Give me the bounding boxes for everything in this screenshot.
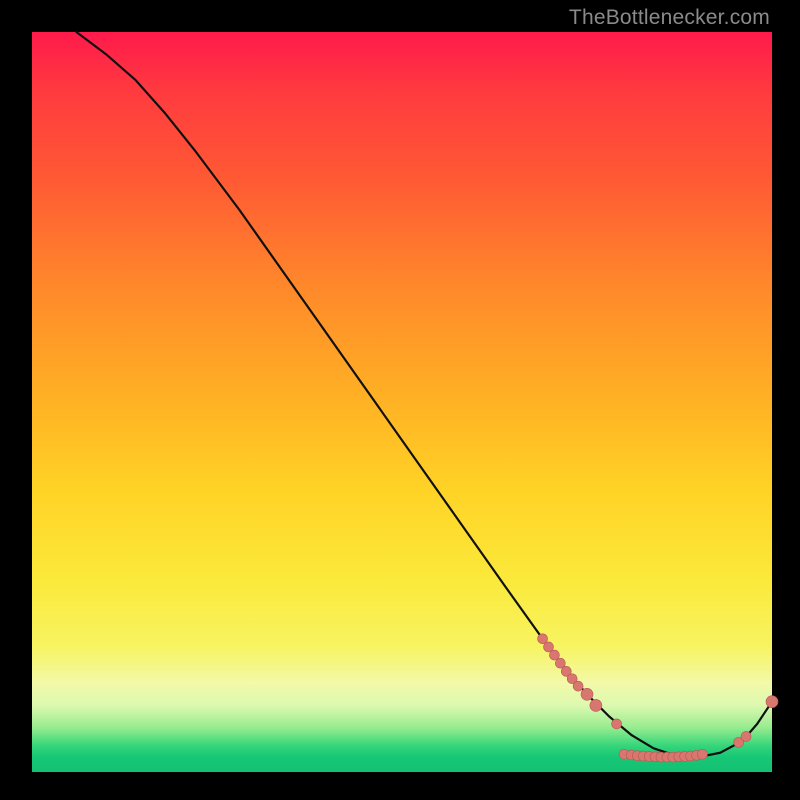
data-marker <box>581 688 593 700</box>
data-marker <box>766 696 778 708</box>
plot-area <box>32 32 772 772</box>
curve-svg <box>32 32 772 772</box>
marker-layer <box>538 634 778 762</box>
bottleneck-curve <box>76 32 772 757</box>
data-marker <box>573 681 583 691</box>
data-marker <box>612 719 622 729</box>
data-marker <box>697 749 707 759</box>
data-marker <box>741 731 751 741</box>
data-marker <box>590 699 602 711</box>
watermark-text: TheBottlenecker.com <box>569 6 770 30</box>
chart-frame: TheBottlenecker.com <box>0 0 800 800</box>
